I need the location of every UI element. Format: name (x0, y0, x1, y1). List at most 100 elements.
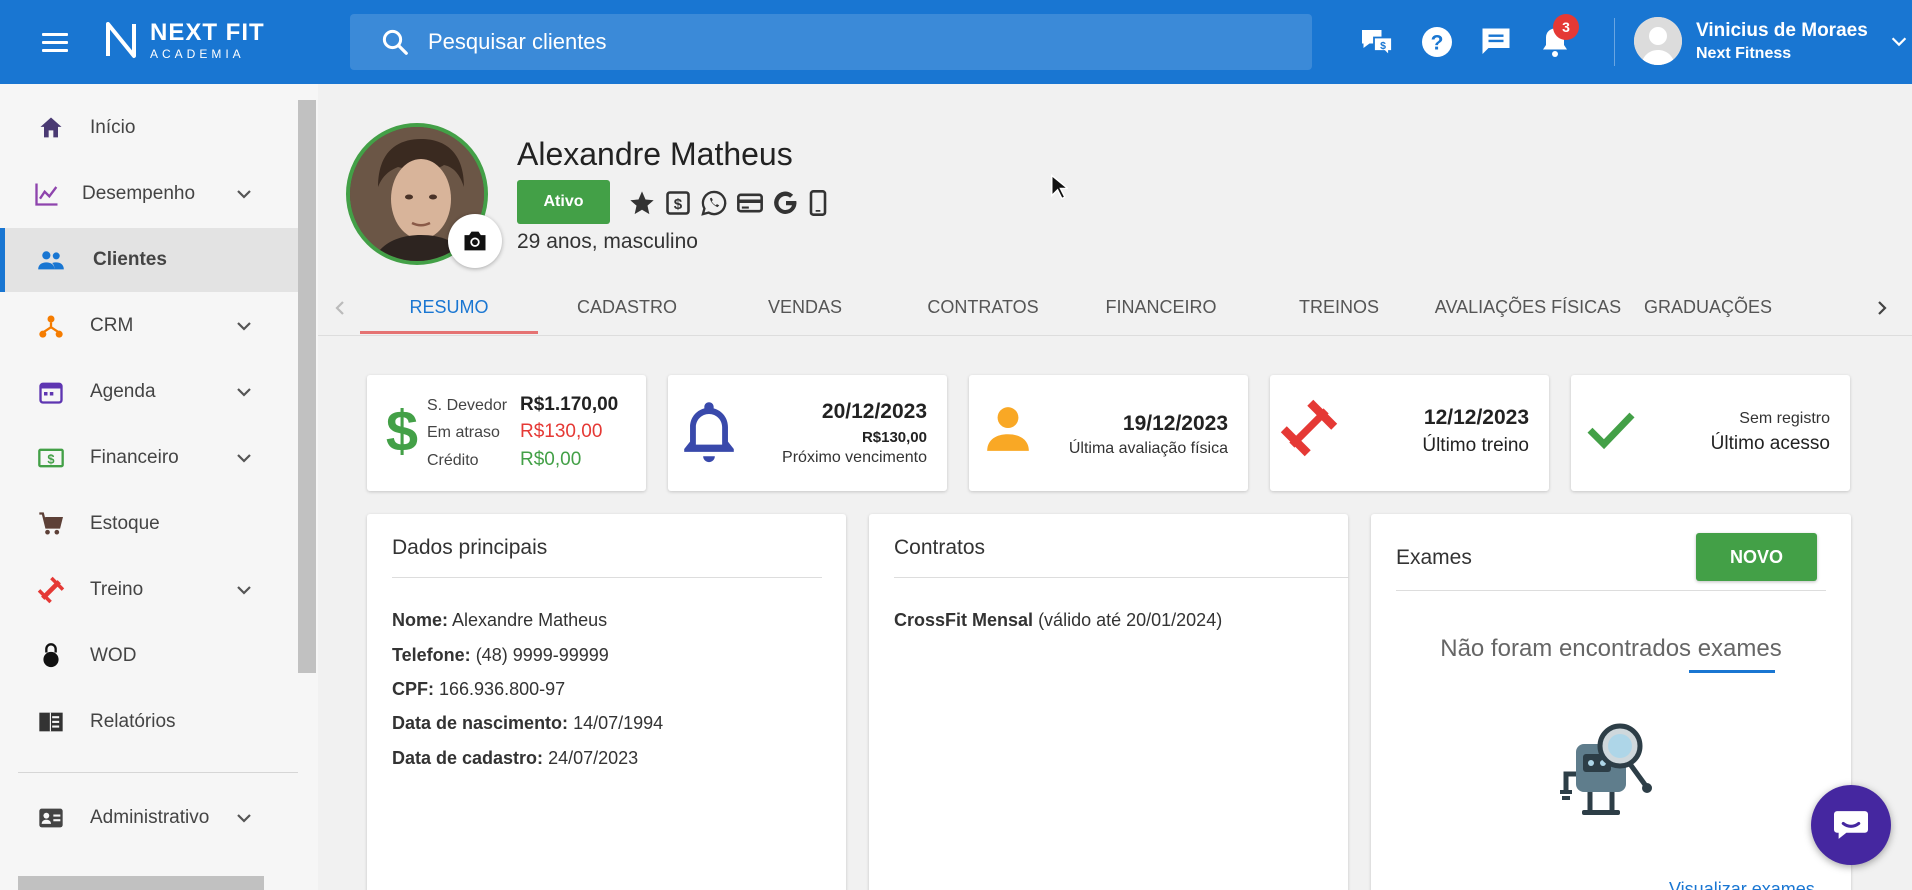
chevron-down-icon[interactable] (232, 380, 256, 404)
support-chat-button[interactable] (1811, 785, 1891, 865)
next-due-card: 20/12/2023 R$130,00 Próximo vencimento (668, 375, 947, 491)
search-input[interactable] (428, 29, 1228, 55)
star-icon[interactable] (628, 189, 656, 217)
sidebar-item-desempenho[interactable]: Desempenho (0, 162, 298, 226)
tab-treinos[interactable]: TREINOS (1250, 282, 1428, 334)
sidebar-scrollbar[interactable] (298, 100, 316, 673)
sidebar-item-relatorios[interactable]: Relatórios (0, 690, 298, 754)
svg-text:$: $ (674, 196, 683, 213)
svg-text:$: $ (47, 451, 54, 466)
sidebar-item-clientes[interactable]: Clientes (0, 228, 298, 292)
tab-vendas[interactable]: VENDAS (716, 282, 894, 334)
client-status-button[interactable]: Ativo (517, 180, 610, 224)
dumbbell-icon (37, 576, 65, 604)
user-menu[interactable]: Vinicius de Moraes Next Fitness (1634, 17, 1910, 65)
last-workout-card: 12/12/2023 Último treino (1270, 375, 1549, 491)
sidebar-horizontal-scrollbar[interactable] (18, 876, 264, 890)
last-access-value: Sem registro (1739, 410, 1830, 427)
hamburger-menu-icon[interactable] (38, 28, 72, 56)
tab-contratos[interactable]: CONTRATOS (894, 282, 1072, 334)
chat-bubble-icon (1834, 811, 1868, 839)
dollar-document-icon[interactable]: $ (664, 189, 692, 217)
sidebar-item-label: Estoque (90, 513, 160, 534)
tab-avaliacoes-fisicas[interactable]: AVALIAÇÕES FÍSICAS (1428, 282, 1628, 334)
sidebar-item-financeiro[interactable]: $ Financeiro (0, 426, 298, 490)
tab-cadastro[interactable]: CADASTRO (538, 282, 716, 334)
chevron-down-icon[interactable] (232, 578, 256, 602)
field-data-cadastro: Data de cadastro: 24/07/2023 (392, 748, 639, 768)
bell-icon (684, 402, 734, 463)
credit-card-icon[interactable] (736, 189, 764, 217)
next-due-value: R$130,00 (861, 429, 927, 446)
user-avatar (1634, 17, 1682, 65)
header-divider (1614, 18, 1615, 66)
sidebar-item-label: Relatórios (90, 711, 176, 732)
help-icon[interactable]: ? (1419, 24, 1455, 60)
svg-text:$: $ (386, 403, 418, 461)
mouse-cursor-icon (1051, 174, 1068, 200)
chevron-down-icon[interactable] (232, 182, 256, 206)
next-due-label: Próximo vencimento (782, 449, 927, 466)
sidebar-item-agenda[interactable]: Agenda (0, 360, 298, 424)
people-icon (38, 251, 64, 270)
messages-icon[interactable] (1478, 24, 1514, 60)
sidebar-item-label: Desempenho (82, 183, 196, 204)
balance-card: $ S. Devedor R$1.170,00 Em atraso R$130,… (367, 375, 646, 491)
last-assessment-label: Última avaliação física (1068, 440, 1228, 457)
kettlebell-icon (43, 643, 59, 668)
chevron-down-icon[interactable] (232, 806, 256, 830)
money-icon: $ (38, 448, 64, 468)
chevron-down-icon[interactable] (1888, 30, 1910, 52)
last-access-card: Sem registro Último acesso (1571, 375, 1850, 491)
tab-graduacoes[interactable]: GRADUAÇÕES (1628, 282, 1788, 334)
check-icon (1587, 412, 1635, 450)
search-icon[interactable] (380, 27, 410, 57)
credito-value: R$0,00 (520, 449, 582, 470)
view-exams-link[interactable]: Visualizar exames (1669, 879, 1815, 890)
panel-divider (894, 577, 1349, 578)
client-tabs: RESUMO CADASTRO VENDAS CONTRATOS FINANCE… (318, 282, 1912, 336)
sidebar: Início Desempenho Clientes CRM Agenda $ … (0, 84, 318, 890)
person-icon (987, 407, 1029, 451)
last-access-label: Último acesso (1710, 433, 1830, 454)
mobile-phone-icon[interactable] (804, 189, 832, 217)
client-age-gender: 29 anos, masculino (517, 230, 698, 253)
sidebar-item-label: Administrativo (90, 807, 210, 828)
google-icon[interactable] (772, 189, 800, 217)
devedor-label: S. Devedor (427, 397, 508, 414)
chevron-down-icon[interactable] (232, 446, 256, 470)
sidebar-item-estoque[interactable]: Estoque (0, 492, 298, 556)
sidebar-item-inicio[interactable]: Início (0, 96, 298, 160)
cart-icon (39, 512, 63, 535)
sidebar-item-label: Treino (90, 579, 144, 600)
new-exam-button[interactable]: NOVO (1696, 533, 1817, 581)
last-workout-date: 12/12/2023 (1423, 406, 1529, 429)
client-name: Alexandre Matheus (517, 136, 793, 172)
sidebar-item-label: WOD (90, 645, 137, 666)
field-telefone: Telefone: (48) 9999-99999 (392, 645, 609, 665)
chevron-left-icon[interactable] (328, 296, 352, 320)
sidebar-item-label: Clientes (93, 249, 167, 270)
contract-item[interactable]: CrossFit Mensal (válido até 20/01/2024) (894, 610, 1222, 631)
dollar-sign-icon: $ (386, 403, 418, 461)
contracts-panel: Contratos CrossFit Mensal (válido até 20… (869, 514, 1349, 890)
no-exams-message: Não foram encontrados exames (1440, 635, 1782, 662)
sidebar-item-crm[interactable]: CRM (0, 294, 298, 358)
tab-financeiro[interactable]: FINANCEIRO (1072, 282, 1250, 334)
last-assessment-card: 19/12/2023 Última avaliação física (969, 375, 1248, 491)
next-due-date: 20/12/2023 (821, 400, 927, 423)
change-photo-button[interactable] (448, 214, 502, 268)
main-data-panel: Dados principais Nome: Alexandre Matheus… (367, 514, 846, 890)
chevron-right-icon[interactable] (1870, 296, 1894, 320)
sidebar-item-treino[interactable]: Treino (0, 558, 298, 622)
sidebar-item-administrativo[interactable]: Administrativo (0, 786, 298, 850)
chevron-down-icon[interactable] (232, 314, 256, 338)
whatsapp-icon[interactable] (700, 189, 728, 217)
tab-resumo[interactable]: RESUMO (360, 282, 538, 334)
logo-mark-icon (106, 22, 136, 58)
chat-money-icon[interactable]: $ (1359, 24, 1395, 60)
sidebar-item-label: Financeiro (90, 447, 179, 468)
sidebar-item-wod[interactable]: WOD (0, 624, 298, 688)
sidebar-item-label: Agenda (90, 381, 156, 402)
next-fit-logo[interactable]: NEXT FIT ACADEMIA (104, 20, 265, 60)
